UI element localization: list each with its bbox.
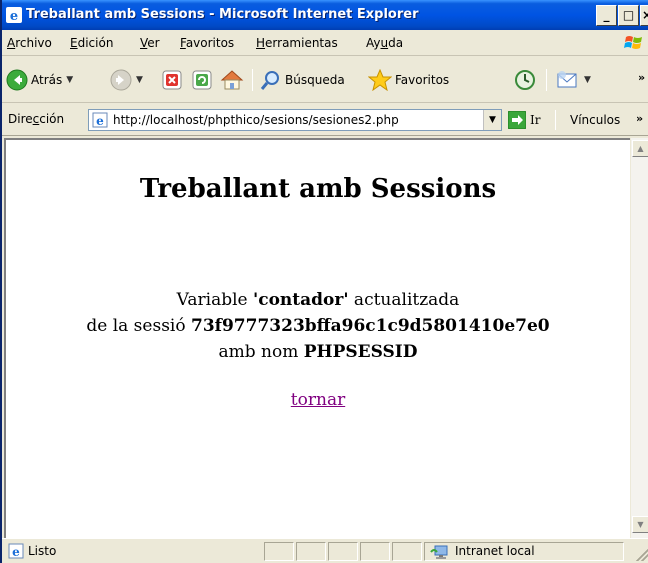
back-link-container: tornar bbox=[6, 390, 630, 410]
forward-arrow-icon bbox=[110, 69, 132, 91]
go-button[interactable]: Ir bbox=[508, 111, 540, 129]
menu-herramientas[interactable]: Herramientas bbox=[256, 36, 338, 50]
window-title: Treballant amb Sessions - Microsoft Inte… bbox=[26, 7, 419, 22]
home-icon bbox=[220, 70, 244, 90]
links-overflow-chevron[interactable]: » bbox=[636, 112, 643, 125]
toolbar-overflow-chevron[interactable]: » bbox=[638, 71, 645, 84]
menu-ver[interactable]: Ver bbox=[140, 36, 160, 50]
scroll-up-button[interactable]: ▲ bbox=[632, 140, 648, 157]
back-dropdown-icon[interactable]: ▼ bbox=[66, 75, 73, 85]
address-input[interactable]: e http://localhost/phpthico/sesions/sesi… bbox=[88, 109, 502, 131]
svg-text:e: e bbox=[10, 9, 18, 23]
toolbar-separator bbox=[546, 69, 547, 91]
history-button[interactable] bbox=[514, 67, 536, 93]
home-button[interactable] bbox=[220, 67, 244, 93]
toolbar-separator bbox=[252, 69, 253, 91]
address-label: Dirección bbox=[8, 112, 65, 126]
back-arrow-icon bbox=[6, 69, 28, 91]
zone-text: Intranet local bbox=[455, 544, 535, 558]
message-line-3: amb nom PHPSESSID bbox=[218, 342, 418, 362]
browser-window: e Treballant amb Sessions - Microsoft In… bbox=[0, 0, 648, 563]
windows-logo-icon bbox=[624, 36, 642, 49]
scroll-down-button[interactable]: ▼ bbox=[632, 516, 648, 533]
svg-text:e: e bbox=[12, 545, 20, 559]
menu-ayuda[interactable]: Ayuda bbox=[366, 36, 403, 50]
mail-button[interactable]: ▼ bbox=[556, 67, 591, 93]
status-bar: e Listo Intranet local bbox=[2, 538, 648, 563]
links-label[interactable]: Vínculos bbox=[570, 113, 620, 127]
back-button[interactable]: Atrás ▼ bbox=[6, 67, 73, 93]
favorites-button[interactable]: Favoritos bbox=[368, 67, 449, 93]
refresh-icon bbox=[192, 70, 212, 90]
status-cell bbox=[296, 542, 326, 561]
search-button[interactable]: Búsqueda bbox=[260, 67, 345, 93]
page-icon: e bbox=[92, 112, 108, 128]
minimize-button[interactable]: _ bbox=[596, 5, 617, 26]
session-name: PHPSESSID bbox=[303, 342, 418, 362]
status-cell bbox=[264, 542, 294, 561]
svg-text:e: e bbox=[96, 114, 104, 128]
message-line-2: de la sessió 73f9777323bffa96c1c9d580141… bbox=[86, 316, 550, 336]
forward-button[interactable]: ▼ bbox=[110, 67, 143, 93]
session-id: 73f9777323bffa96c1c9d5801410e7e0 bbox=[191, 316, 550, 336]
go-arrow-icon bbox=[508, 111, 526, 129]
page-content: Treballant amb Sessions Variable 'contad… bbox=[4, 138, 630, 538]
stop-button[interactable] bbox=[162, 67, 182, 93]
menu-archivo[interactable]: Archivo bbox=[7, 36, 52, 50]
menu-favoritos[interactable]: Favoritos bbox=[180, 36, 234, 50]
page-status-icon: e bbox=[8, 543, 24, 559]
star-icon bbox=[368, 69, 392, 91]
history-icon bbox=[515, 70, 535, 90]
mail-dropdown-icon[interactable]: ▼ bbox=[584, 75, 591, 85]
address-separator bbox=[555, 110, 556, 130]
address-url: http://localhost/phpthico/sesions/sesion… bbox=[113, 113, 399, 127]
resize-grip[interactable] bbox=[636, 549, 648, 561]
message-line-1: Variable 'contador' actualitzada bbox=[176, 290, 460, 310]
page-heading: Treballant amb Sessions bbox=[139, 174, 497, 204]
back-link[interactable]: tornar bbox=[291, 390, 345, 410]
search-icon bbox=[260, 71, 279, 90]
status-cell bbox=[328, 542, 358, 561]
status-text: Listo bbox=[28, 544, 57, 558]
stop-icon bbox=[162, 70, 182, 90]
maximize-button[interactable]: □ bbox=[618, 5, 639, 26]
close-button[interactable]: × bbox=[640, 5, 648, 26]
refresh-button[interactable] bbox=[192, 67, 212, 93]
status-cell bbox=[392, 542, 422, 561]
forward-dropdown-icon[interactable]: ▼ bbox=[136, 75, 143, 85]
ie-icon: e bbox=[6, 7, 22, 23]
mail-icon bbox=[557, 71, 577, 88]
address-dropdown-icon[interactable]: ▼ bbox=[483, 110, 501, 130]
status-cell bbox=[360, 542, 390, 561]
vertical-scrollbar[interactable]: ▲ ▼ bbox=[630, 138, 648, 538]
menu-edicion[interactable]: Edición bbox=[70, 36, 113, 50]
title-bar[interactable]: e Treballant amb Sessions - Microsoft In… bbox=[2, 0, 648, 30]
intranet-zone-icon bbox=[430, 545, 448, 559]
menu-bar: Archivo Edición Ver Favoritos Herramient… bbox=[2, 30, 648, 56]
address-bar: Dirección e http://localhost/phpthico/se… bbox=[2, 104, 648, 136]
standard-toolbar: Atrás ▼ ▼ Búsqueda Favoritos ▼ » bbox=[2, 57, 648, 103]
